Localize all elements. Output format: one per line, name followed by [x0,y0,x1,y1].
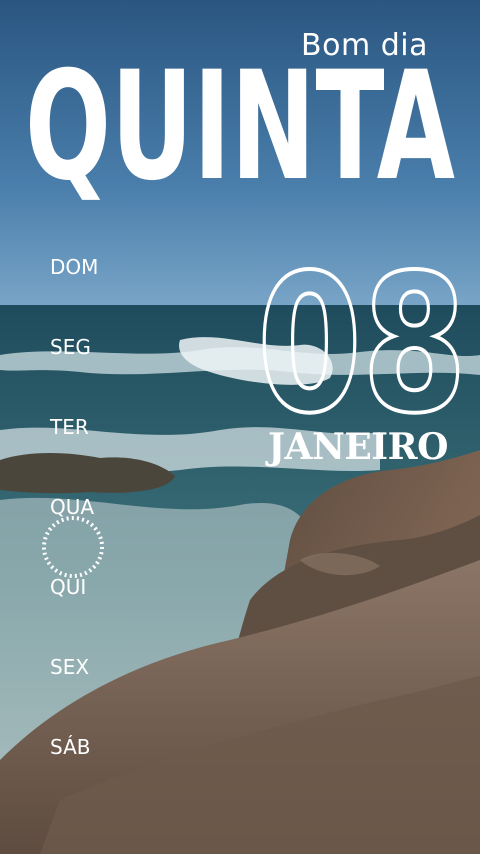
day-label-sex: SEX [50,655,90,679]
day-label-dom: DOM [50,255,99,279]
day-label-sáb: SÁB [50,735,91,759]
month-name: JANEIRO [268,426,448,468]
day-label-ter: TER [50,415,89,439]
day-number-text: 08 [257,250,467,425]
story-screen: Bom dia QUINTA DOM SEG TER QUA QUI SEX SÁB 08 … [0,0,480,854]
day-label-seg: SEG [50,335,91,359]
current-day-ring [42,516,104,578]
week-day-list: DOM SEG TER QUA QUI SEX SÁB [50,0,170,854]
day-number: 08 [255,250,469,425]
